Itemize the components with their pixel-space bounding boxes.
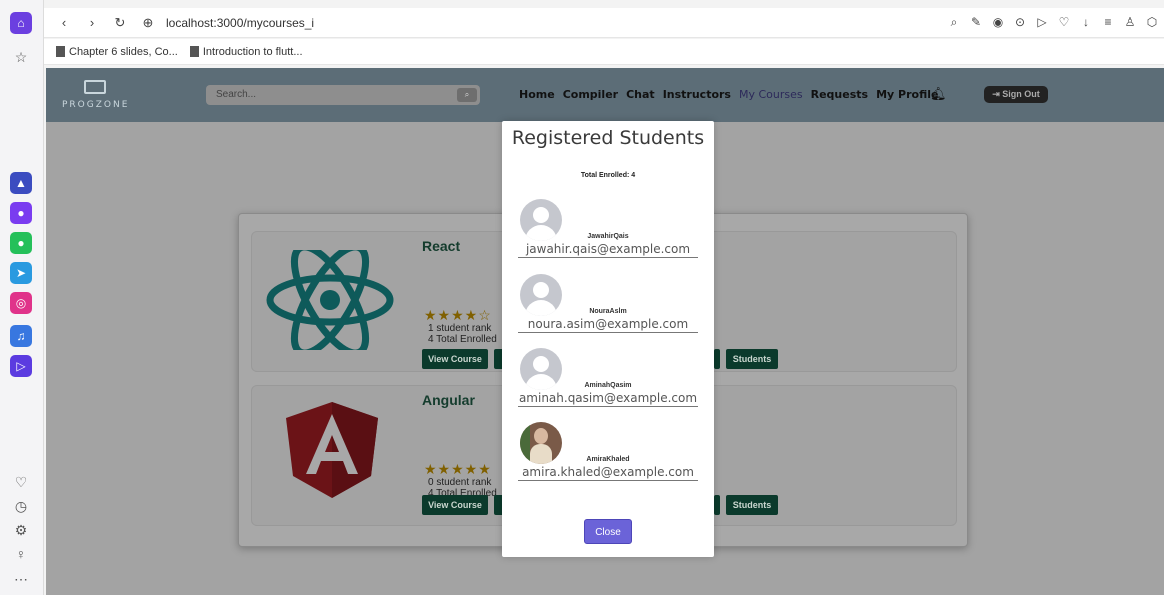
site-navbar: PROGZONE Search... ⌕ Home Compiler Chat … [46, 68, 1164, 122]
document-icon [56, 46, 65, 57]
camera-icon[interactable]: ◉ [990, 14, 1006, 30]
profile-icon[interactable]: ♙ [1122, 14, 1138, 30]
student-name: AmiraKhaled [586, 456, 630, 463]
bookmark-item[interactable]: Chapter 6 slides, Co... [56, 46, 178, 58]
address-bar: ‹ › ↻ ⊕ localhost:3000/mycourses_i ⌕ ✎ ◉… [44, 8, 1164, 38]
heart-icon[interactable]: ♡ [12, 473, 30, 491]
instagram-icon[interactable]: ◎ [10, 292, 32, 314]
send-icon[interactable]: ▷ [1034, 14, 1050, 30]
sign-out-button[interactable]: ⇥ Sign Out [984, 86, 1048, 103]
view-course-button[interactable]: View Course [422, 349, 488, 369]
back-icon[interactable]: ‹ [56, 15, 72, 30]
student-email: aminah.qasim@example.com [518, 391, 698, 407]
download-icon[interactable]: ↓ [1078, 14, 1094, 30]
search-input[interactable]: Search... ⌕ [206, 85, 480, 105]
student-name: NouraAslm [589, 308, 627, 315]
forward-icon[interactable]: › [84, 15, 100, 30]
total-enrolled: 4 Total Enrolled [428, 334, 497, 345]
close-button[interactable]: Close [584, 519, 632, 544]
nav-instructors[interactable]: Instructors [663, 88, 731, 101]
course-title[interactable]: Angular [422, 392, 475, 408]
student-entry: AminahQasim aminah.qasim@example.com [518, 348, 698, 412]
browser-sidebar: ⌂ ☆ ▲ ● ● ➤ ◎ ♫ ▷ ♡ ◷ ⚙ ♀ ⋯ [0, 0, 44, 595]
student-entry: AmiraKhaled amira.khaled@example.com [518, 422, 698, 486]
student-email: jawahir.qais@example.com [518, 242, 698, 258]
course-title[interactable]: React [422, 238, 460, 254]
reload-icon[interactable]: ↻ [112, 15, 128, 31]
heart-icon[interactable]: ♡ [1056, 14, 1072, 30]
bell-icon[interactable]: 🔔︎ [930, 86, 947, 101]
student-rank: 0 student rank [428, 477, 492, 488]
whatsapp-icon[interactable]: ● [10, 232, 32, 254]
shield-icon[interactable]: ⊙ [1012, 14, 1028, 30]
react-logo [266, 250, 394, 350]
nav-requests[interactable]: Requests [811, 88, 868, 101]
course-action-button[interactable] [714, 495, 720, 515]
modal-title: Registered Students [511, 127, 705, 149]
monitor-icon [84, 80, 106, 94]
history-icon[interactable]: ◷ [12, 497, 30, 515]
home-icon[interactable]: ⌂ [10, 12, 32, 34]
search-icon[interactable]: ⌕ [946, 14, 962, 30]
nav-home[interactable]: Home [519, 88, 555, 101]
star-icon[interactable]: ☆ [12, 48, 30, 66]
menu-icon[interactable]: ≡ [1100, 14, 1116, 30]
registered-students-modal: Registered Students Total Enrolled: 4 Ja… [502, 121, 714, 557]
course-action-button[interactable] [714, 349, 720, 369]
extension-icon[interactable]: ⬡ [1144, 14, 1160, 30]
nav-compiler[interactable]: Compiler [563, 88, 618, 101]
app-icon[interactable]: ▲ [10, 172, 32, 194]
nav-my-courses[interactable]: My Courses [739, 88, 803, 101]
bookmarks-bar: Chapter 6 slides, Co... Introduction to … [44, 39, 1164, 65]
lightbulb-icon[interactable]: ♀ [12, 545, 30, 563]
messenger-icon[interactable]: ● [10, 202, 32, 224]
rating-stars: ★★★★★ [424, 461, 492, 477]
search-button[interactable]: ⌕ [457, 88, 477, 102]
student-rank: 1 student rank [428, 323, 492, 334]
site-info-icon[interactable]: ⊕ [140, 15, 156, 31]
students-button[interactable]: Students [726, 495, 778, 515]
more-icon[interactable]: ⋯ [12, 570, 30, 588]
angular-logo [286, 402, 378, 498]
document-icon [189, 46, 199, 57]
student-name: JawahirQais [587, 233, 629, 240]
bookmark-item[interactable]: Introduction to flutt... [189, 46, 303, 58]
student-email: noura.asim@example.com [518, 317, 698, 333]
toolbar-icons: ⌕ ✎ ◉ ⊙ ▷ ♡ ↓ ≡ ♙ ⬡ [946, 14, 1160, 30]
student-name: AminahQasim [584, 382, 632, 389]
nav-chat[interactable]: Chat [626, 88, 655, 101]
progzone-logo[interactable]: PROGZONE [62, 78, 132, 114]
telegram-icon[interactable]: ➤ [10, 262, 32, 284]
view-course-button[interactable]: View Course [422, 495, 488, 515]
player-icon[interactable]: ▷ [10, 355, 32, 377]
edit-icon[interactable]: ✎ [968, 14, 984, 30]
student-entry: NouraAslm noura.asim@example.com [518, 274, 698, 338]
music-icon[interactable]: ♫ [10, 325, 32, 347]
student-entry: JawahirQais jawahir.qais@example.com [518, 199, 698, 263]
student-email: amira.khaled@example.com [518, 465, 698, 481]
total-enrolled-label: Total Enrolled: 4 [580, 172, 636, 179]
main-menu: Home Compiler Chat Instructors My Course… [519, 88, 946, 101]
settings-icon[interactable]: ⚙ [12, 521, 30, 539]
rating-stars: ★★★★☆ [424, 307, 492, 323]
students-button[interactable]: Students [726, 349, 778, 369]
url-field[interactable]: localhost:3000/mycourses_i [166, 16, 314, 30]
